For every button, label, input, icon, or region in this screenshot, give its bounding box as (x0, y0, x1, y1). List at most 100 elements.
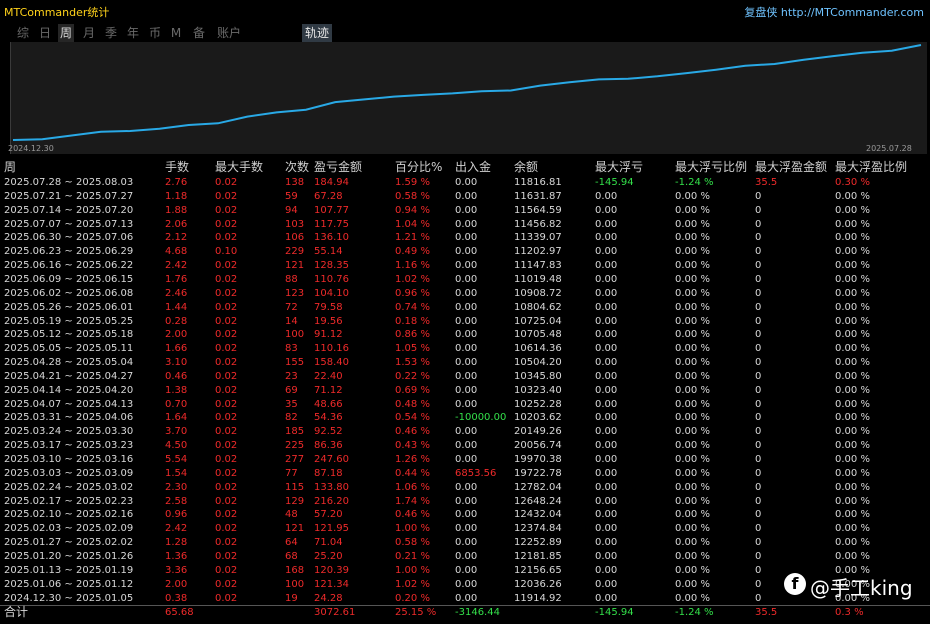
period-tabs: 综日周月季年币 M 备账户 (0, 24, 930, 42)
table-cell: 0.00 % (835, 232, 870, 244)
table-cell: 3.10 (165, 357, 188, 369)
table-cell: 0.48 % (395, 398, 430, 410)
table-cell: 0.02 (215, 426, 238, 438)
column-header[interactable]: 出入金 (455, 160, 491, 175)
table-cell: 11147.83 (514, 260, 562, 272)
table-cell: 0.21 % (395, 550, 430, 562)
column-header[interactable]: 周 (4, 160, 16, 175)
tab-9[interactable]: 账户 (215, 24, 243, 42)
platform-logo-icon: f (784, 573, 806, 595)
tab-7[interactable]: M (170, 24, 182, 42)
table-cell: 100 (285, 329, 305, 341)
table-cell: 0 (755, 301, 762, 313)
table-row[interactable]: 2025.06.30 ~ 2025.07.06 2.12 0.02 106 136.10… (0, 231, 930, 244)
column-header[interactable]: 最大手数 (215, 160, 263, 175)
table-cell: 0.02 (215, 315, 238, 327)
table-cell: 0.00 % (675, 260, 710, 272)
site-link[interactable]: 复盘侠 http://MTCommander.com (744, 4, 924, 20)
table-cell: 1.28 (165, 537, 188, 549)
column-header[interactable]: 余额 (514, 160, 538, 175)
table-row[interactable]: 2025.02.10 ~ 2025.02.16 0.96 0.02 48 57.20 0.… (0, 508, 930, 521)
tab-6[interactable]: 币 (146, 24, 164, 42)
table-row[interactable]: 2025.03.03 ~ 2025.03.09 1.54 0.02 77 87.18 0.… (0, 467, 930, 480)
table-cell: 0 (755, 426, 762, 438)
table-cell: 1.05 % (395, 343, 430, 355)
column-header[interactable]: 最大浮亏 (595, 160, 643, 175)
table-row[interactable]: 2025.07.07 ~ 2025.07.13 2.06 0.02 103 117.75… (0, 218, 930, 231)
table-cell: 129 (285, 495, 305, 507)
tab-8[interactable]: 备 (190, 24, 208, 42)
table-cell: 0.00 % (835, 343, 870, 355)
table-cell: 48 (285, 509, 298, 521)
table-row[interactable]: 2025.05.12 ~ 2025.05.18 2.00 0.02 100 91.12 0… (0, 328, 930, 341)
table-cell: 2025.06.02 ~ 2025.06.08 (4, 287, 134, 299)
table-cell: 12036.26 (514, 578, 562, 590)
table-row[interactable]: 2025.01.27 ~ 2025.02.02 1.28 0.02 64 71.04 0.… (0, 536, 930, 549)
table-cell: 0.00 (595, 454, 618, 465)
table-cell: 2025.07.21 ~ 2025.07.27 (4, 190, 134, 202)
total-cell: 合计 (4, 605, 29, 620)
column-header[interactable]: 盈亏金额 (314, 160, 362, 175)
table-cell: 1.18 (165, 190, 188, 202)
table-cell: 0.96 % (395, 287, 430, 299)
table-row[interactable]: 2025.06.09 ~ 2025.06.15 1.76 0.02 88 110.76 1… (0, 273, 930, 286)
table-row[interactable]: 2025.04.21 ~ 2025.04.27 0.46 0.02 23 22.40 0.… (0, 370, 930, 383)
tab-2[interactable]: 周 (58, 24, 74, 42)
table-cell: 2025.02.24 ~ 2025.03.02 (4, 481, 134, 493)
table-row[interactable]: 2025.03.31 ~ 2025.04.06 1.64 0.02 82 54.36 0.… (0, 411, 930, 424)
column-header[interactable]: 最大浮盈金额 (755, 160, 827, 175)
table-cell: 87.18 (314, 467, 343, 479)
table-cell: 0.02 (215, 204, 238, 216)
table-row[interactable]: 2025.07.28 ~ 2025.08.03 2.76 0.02 138 184.94… (0, 176, 930, 189)
table-row[interactable]: 2025.07.21 ~ 2025.07.27 1.18 0.02 59 67.28 0.… (0, 190, 930, 203)
trail-button[interactable]: 轨迹 (302, 24, 333, 42)
table-row[interactable]: 2025.02.17 ~ 2025.02.23 2.58 0.02 129 216.20… (0, 495, 930, 508)
table-cell: 0.00 % (835, 246, 870, 258)
column-header[interactable]: 次数 (285, 160, 309, 175)
table-cell: 0 (755, 523, 762, 535)
tab-3[interactable]: 月 (81, 24, 97, 42)
table-row[interactable]: 2025.06.02 ~ 2025.06.08 2.46 0.02 123 104.10… (0, 287, 930, 300)
column-header[interactable]: 百分比% (395, 160, 442, 175)
total-cell: -1.24 % (675, 607, 714, 619)
table-row[interactable]: 2025.02.03 ~ 2025.02.09 2.42 0.02 121 121.95… (0, 522, 930, 535)
table-row[interactable]: 2025.02.24 ~ 2025.03.02 2.30 0.02 115 133.80… (0, 481, 930, 494)
table-cell: 0.00 (455, 301, 478, 313)
table-cell: 2025.02.17 ~ 2025.02.23 (4, 495, 134, 507)
table-cell: 0 (755, 370, 762, 382)
table-row[interactable]: 2025.05.26 ~ 2025.06.01 1.44 0.02 72 79.58 0.… (0, 301, 930, 314)
table-row[interactable]: 2025.03.10 ~ 2025.03.16 5.54 0.02 277 247.60… (0, 453, 930, 466)
table-row[interactable]: 2025.05.05 ~ 2025.05.11 1.66 0.02 83 110.16 1… (0, 342, 930, 355)
column-header[interactable]: 最大浮亏比例 (675, 160, 747, 175)
table-cell: 0.58 % (395, 537, 430, 549)
table-cell: 0.00 (595, 564, 618, 576)
table-row[interactable]: 2025.07.14 ~ 2025.07.20 1.88 0.02 94 107.77 0… (0, 204, 930, 217)
table-row[interactable]: 2025.03.24 ~ 2025.03.30 3.70 0.02 185 92.52 0… (0, 425, 930, 438)
tab-0[interactable]: 综 (14, 24, 32, 42)
table-cell: 10323.40 (514, 384, 562, 396)
tab-5[interactable]: 年 (124, 24, 142, 42)
table-row[interactable]: 2025.04.28 ~ 2025.05.04 3.10 0.02 155 158.40… (0, 356, 930, 369)
table-row[interactable]: 2025.01.20 ~ 2025.01.26 1.36 0.02 68 25.20 0.… (0, 550, 930, 563)
table-cell: 2025.07.07 ~ 2025.07.13 (4, 218, 134, 230)
table-row[interactable]: 2025.04.14 ~ 2025.04.20 1.38 0.02 69 71.12 0.… (0, 384, 930, 397)
column-header[interactable]: 最大浮盈比例 (835, 160, 907, 175)
table-row[interactable]: 2025.03.17 ~ 2025.03.23 4.50 0.02 225 86.36 0… (0, 439, 930, 452)
table-cell: 138 (285, 177, 305, 188)
table-row[interactable]: 2025.06.16 ~ 2025.06.22 2.42 0.02 121 128.35… (0, 259, 930, 272)
table-cell: 0.02 (215, 564, 238, 576)
table-cell: 79.58 (314, 301, 343, 313)
tab-1[interactable]: 日 (36, 24, 54, 42)
tab-4[interactable]: 季 (102, 24, 120, 42)
table-cell: 0.00 % (675, 495, 710, 507)
table-cell: 0 (755, 495, 762, 507)
table-cell: 0.00 (455, 523, 478, 535)
column-header[interactable]: 手数 (165, 160, 189, 175)
table-row[interactable]: 2025.06.23 ~ 2025.06.29 4.68 0.10 229 55.14 0… (0, 245, 930, 258)
table-row[interactable]: 2025.05.19 ~ 2025.05.25 0.28 0.02 14 19.56 0.… (0, 315, 930, 328)
table-cell: 2.00 (165, 329, 188, 341)
table-cell: 2025.02.10 ~ 2025.02.16 (4, 509, 134, 521)
table-cell: -1.24 % (675, 177, 714, 188)
table-cell: 0.00 % (835, 412, 870, 424)
table-row[interactable]: 2025.04.07 ~ 2025.04.13 0.70 0.02 35 48.66 0.… (0, 398, 930, 411)
